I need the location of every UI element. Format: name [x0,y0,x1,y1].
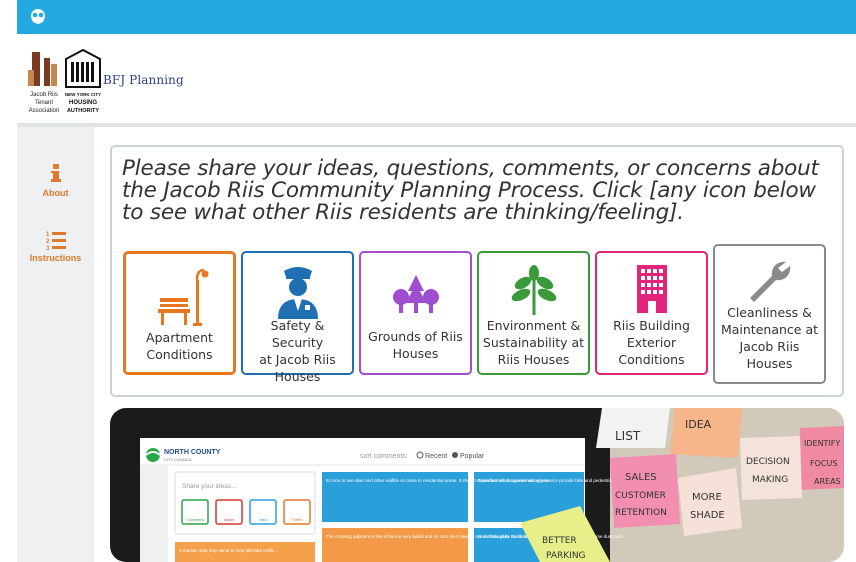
category-building-exterior[interactable]: Riis Building Exterior Conditions [595,251,708,375]
park-bench-icon [157,268,208,326]
top-bar [17,0,856,34]
wrench-icon [749,261,790,302]
category-apartment-conditions[interactable]: Apartment Conditions [123,251,236,375]
svg-text:SHADE: SHADE [690,510,725,521]
svg-text:HOUSING: HOUSING [69,100,97,106]
sidebar-item-label: About [42,188,69,198]
promo-image: NORTH COUNTY CITY COUNCIL sort comments:… [110,408,844,562]
svg-text:LIST: LIST [615,429,641,443]
svg-text:AREAS: AREAS [814,477,841,486]
svg-text:FOCUS: FOCUS [810,459,837,468]
svg-text:NEW YORK CITY: NEW YORK CITY [65,92,101,97]
svg-text:DECISION: DECISION [746,457,790,467]
category-label: Cleanliness & Maintenance at Jacob Riis … [720,305,819,371]
svg-text:MORE: MORE [692,492,722,503]
svg-text:Issue: Issue [224,517,234,522]
svg-text:Jacob Riis: Jacob Riis [30,92,58,98]
svg-text:Share your ideas...: Share your ideas... [182,483,237,490]
left-edge [0,0,17,562]
svg-text:sort comments:: sort comments: [360,453,408,460]
svg-text:Tenant: Tenant [35,100,53,106]
category-label: Apartment Conditions [146,330,213,362]
category-safety-security[interactable]: Safety & Security at Jacob Riis Houses [241,251,354,384]
svg-text:Recent: Recent [425,453,447,460]
svg-text:Traffic: Traffic [292,517,303,522]
building-icon [636,265,667,313]
category-label: Environment & Sustainability at Riis Hou… [482,318,585,367]
sidebar-item-instructions[interactable]: 1 2 3 Instructions [17,229,94,263]
police-officer-icon [277,267,318,319]
svg-text:BETTER: BETTER [542,536,577,546]
nycha-logo: NEW YORK CITY HOUSING AUTHORITY [65,49,101,114]
numbered-list-icon: 1 2 3 [46,232,66,252]
jacob-riis-logo: Jacob Riis Tenant Association [28,52,60,114]
prompt-text: Please share your ideas, questions, comm… [122,156,819,225]
svg-text:PARKING: PARKING [546,551,586,561]
svg-text:1: 1 [46,232,50,238]
svg-text:RETENTION: RETENTION [615,508,667,518]
svg-text:AUTHORITY: AUTHORITY [67,108,99,114]
app-logo-icon[interactable] [27,8,49,26]
svg-text:Association: Association [29,108,60,114]
svg-text:3: 3 [46,246,50,251]
svg-text:2: 2 [46,239,50,245]
svg-text:A median strip may serve to he: A median strip may serve to help allevia… [179,548,278,553]
sidebar-item-label: Instructions [29,253,82,263]
svg-text:IDEA: IDEA [685,418,712,431]
svg-text:CITY COUNCIL: CITY COUNCIL [164,457,193,462]
category-environment[interactable]: Environment & Sustainability at Riis Hou… [477,251,590,375]
leaf-plant-icon [511,265,556,315]
svg-text:MAKING: MAKING [752,475,788,485]
svg-text:SALES: SALES [625,472,657,483]
category-grounds[interactable]: Grounds of Riis Houses [359,251,472,375]
svg-text:Comment: Comment [186,517,204,522]
svg-text:CUSTOMER: CUSTOMER [615,491,666,501]
trees-icon [392,275,439,313]
info-icon [50,164,61,182]
category-label: Safety & Security at Jacob Riis Houses [259,318,336,384]
category-cleanliness[interactable]: Cleanliness & Maintenance at Jacob Riis … [713,244,826,384]
sidebar-item-about[interactable]: About [17,164,94,198]
svg-text:Popular: Popular [460,453,485,460]
category-label: Grounds of Riis Houses [368,329,463,361]
svg-text:IDENTIFY: IDENTIFY [804,439,840,448]
category-label: Riis Building Exterior Conditions [613,318,690,367]
svg-text:Idea: Idea [259,517,268,522]
svg-text:NORTH COUNTY: NORTH COUNTY [164,449,221,456]
bfj-planning-brand: BFJ Planning [103,73,184,87]
